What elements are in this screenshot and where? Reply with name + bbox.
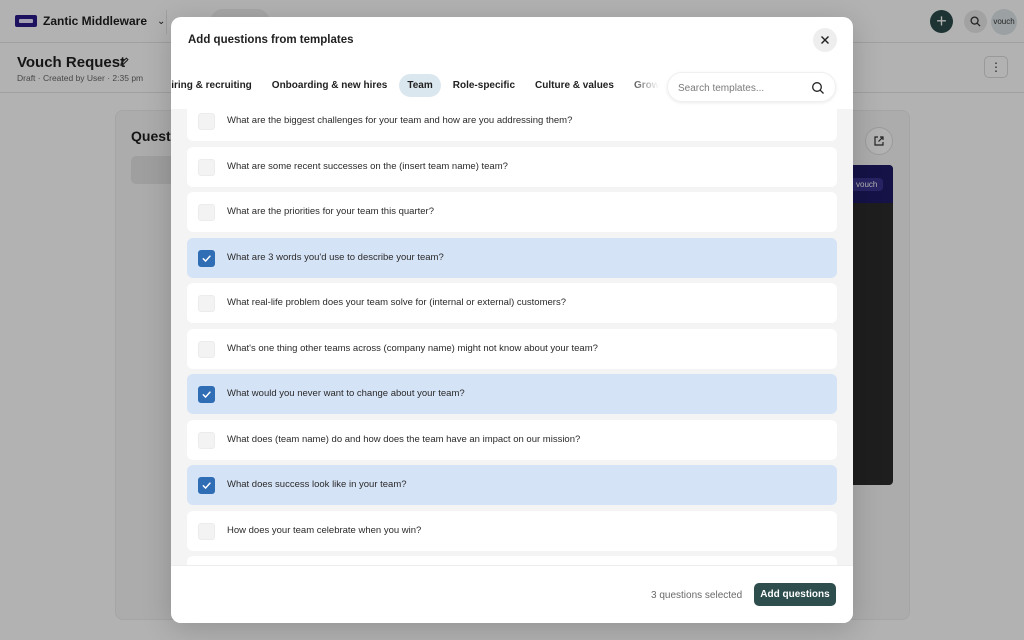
question-checkbox[interactable] bbox=[198, 113, 215, 130]
question-row[interactable]: How does your team collaborate with othe… bbox=[187, 556, 837, 565]
modal-title: Add questions from templates bbox=[188, 34, 354, 46]
question-text: How does your team celebrate when you wi… bbox=[227, 524, 422, 536]
question-checkbox[interactable] bbox=[198, 204, 215, 221]
question-checkbox[interactable] bbox=[198, 249, 215, 267]
question-row[interactable]: What are the priorities for your team th… bbox=[187, 192, 837, 232]
question-checkbox[interactable] bbox=[198, 158, 215, 176]
question-row[interactable]: What does (team name) do and how does th… bbox=[187, 419, 837, 460]
question-row[interactable]: What would you never want to change abou… bbox=[187, 374, 837, 414]
check-icon bbox=[202, 482, 211, 489]
tab-role-specific[interactable]: Role-specific bbox=[445, 74, 523, 97]
question-row[interactable]: What does success look like in your team… bbox=[187, 465, 837, 505]
question-checkbox[interactable] bbox=[198, 295, 215, 312]
question-row[interactable]: What are some recent successes on the (i… bbox=[187, 146, 837, 187]
add-questions-button[interactable]: Add questions bbox=[754, 583, 836, 606]
template-search[interactable] bbox=[667, 72, 836, 102]
question-row[interactable]: What are 3 words you'd use to describe y… bbox=[187, 237, 837, 278]
tab-onboarding-new-hires[interactable]: Onboarding & new hires bbox=[264, 74, 396, 97]
question-text: What are the biggest challenges for your… bbox=[227, 115, 573, 126]
template-category-tabs: Hiring & recruiting Onboarding & new hire… bbox=[171, 72, 853, 102]
search-icon[interactable] bbox=[811, 81, 825, 95]
modal-header: Add questions from templates bbox=[171, 17, 853, 64]
modal-footer: 3 questions selected Add questions bbox=[171, 565, 853, 623]
question-text: What would you never want to change abou… bbox=[227, 388, 465, 399]
tab-culture-values[interactable]: Culture & values bbox=[527, 74, 622, 97]
question-checkbox[interactable] bbox=[198, 431, 215, 449]
question-text: What does success look like in your team… bbox=[227, 479, 407, 490]
question-list: What are the biggest challenges for your… bbox=[187, 109, 837, 565]
question-checkbox[interactable] bbox=[198, 477, 215, 494]
question-list-area[interactable]: What are the biggest challenges for your… bbox=[171, 109, 853, 565]
templates-modal: Add questions from templates Hiring & re… bbox=[171, 17, 853, 623]
question-text: What real-life problem does your team so… bbox=[227, 297, 566, 308]
question-text: What's one thing other teams across (com… bbox=[227, 342, 598, 354]
question-row[interactable]: What are the biggest challenges for your… bbox=[187, 109, 837, 141]
tab-hiring-recruiting[interactable]: Hiring & recruiting bbox=[171, 74, 260, 97]
question-checkbox[interactable] bbox=[198, 522, 215, 540]
search-input[interactable] bbox=[678, 79, 808, 97]
question-checkbox[interactable] bbox=[198, 386, 215, 403]
tabs-scroller[interactable]: Hiring & recruiting Onboarding & new hire… bbox=[171, 72, 659, 102]
tabs-fade bbox=[625, 72, 659, 102]
question-text: What are 3 words you'd use to describe y… bbox=[227, 251, 444, 263]
question-row[interactable]: What real-life problem does your team so… bbox=[187, 283, 837, 323]
check-icon bbox=[202, 254, 211, 262]
question-text: What does (team name) do and how does th… bbox=[227, 433, 581, 445]
question-text: What are the priorities for your team th… bbox=[227, 206, 434, 217]
check-icon bbox=[202, 391, 211, 398]
close-button[interactable] bbox=[813, 28, 837, 52]
question-text: What are some recent successes on the (i… bbox=[227, 160, 508, 172]
question-checkbox[interactable] bbox=[198, 340, 215, 358]
tab-team[interactable]: Team bbox=[399, 74, 441, 97]
question-row[interactable]: How does your team celebrate when you wi… bbox=[187, 510, 837, 551]
question-row[interactable]: What's one thing other teams across (com… bbox=[187, 328, 837, 369]
close-icon bbox=[821, 36, 829, 44]
selected-count: 3 questions selected bbox=[651, 590, 743, 601]
